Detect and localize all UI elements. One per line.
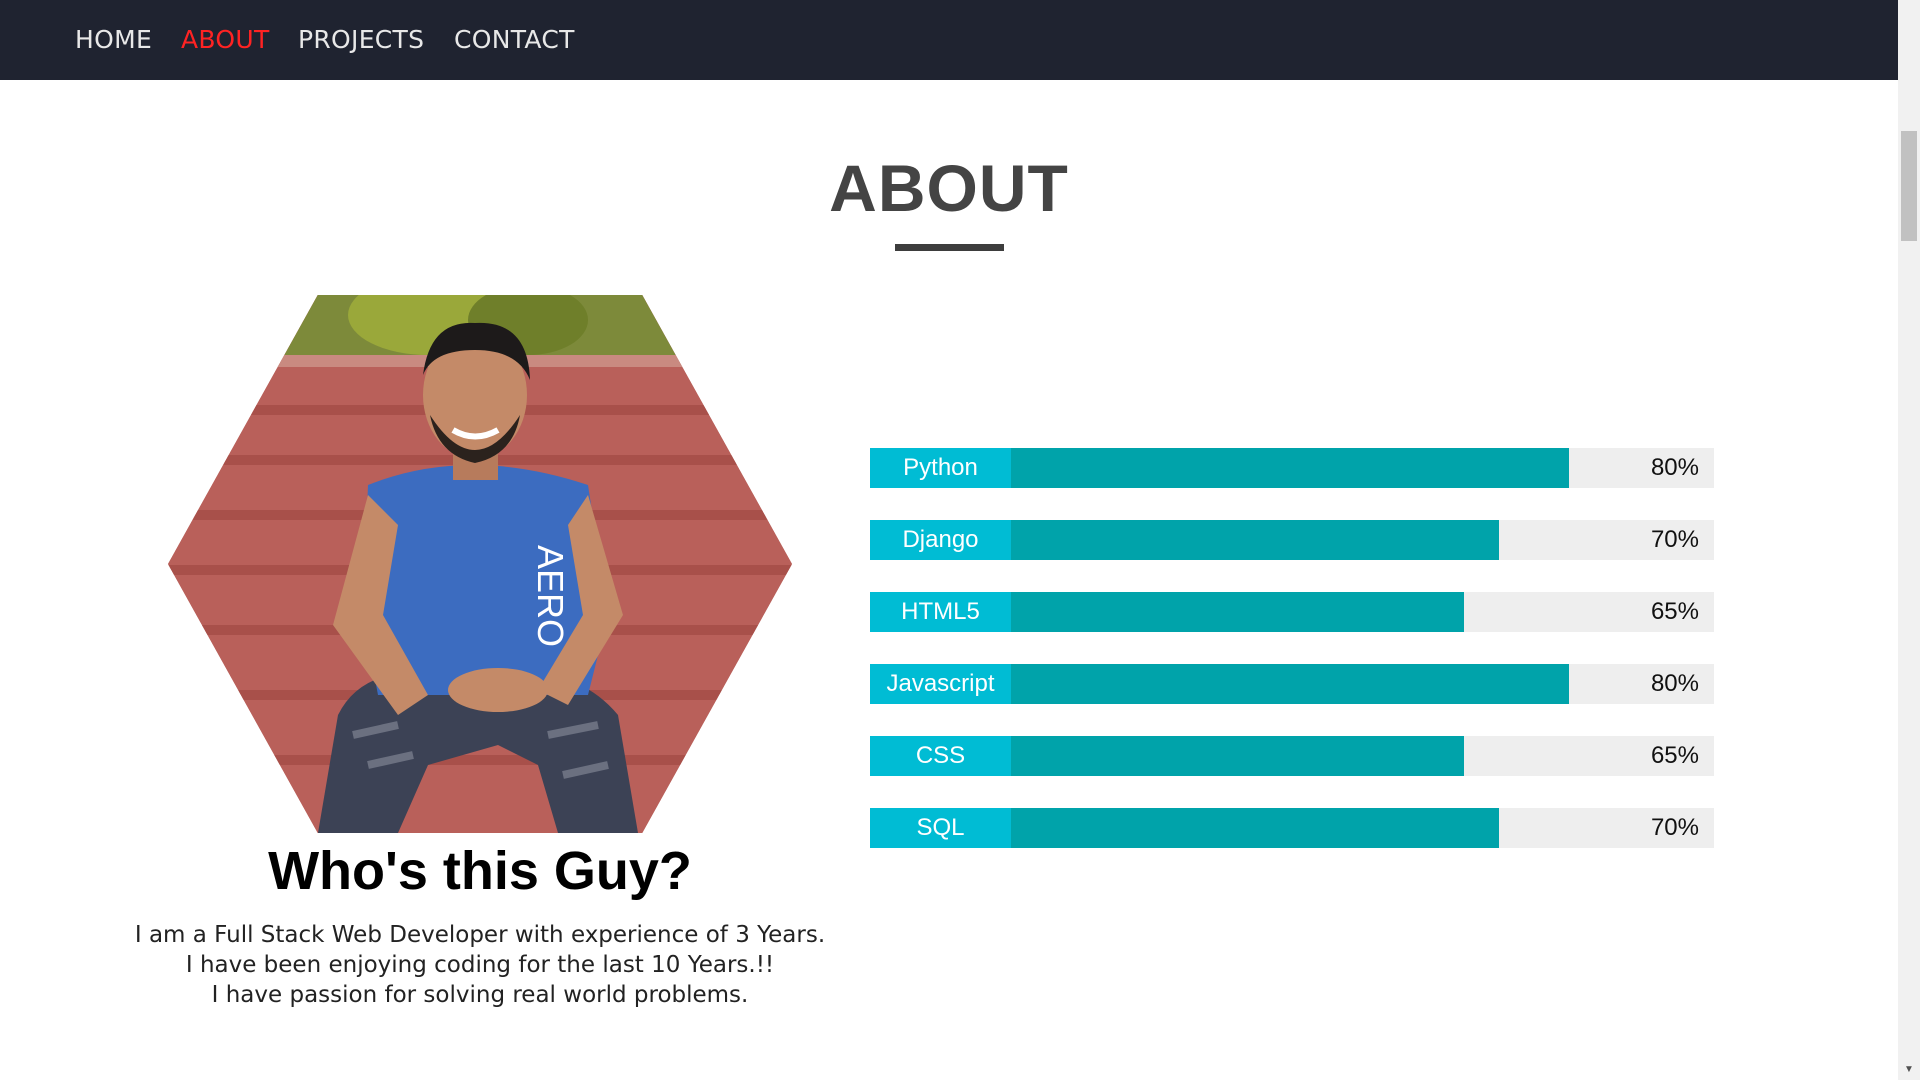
who-heading: Who's this Guy? (268, 841, 692, 901)
skill-fill (1011, 448, 1569, 488)
skill-fill (1011, 520, 1499, 560)
scroll-down-arrow-icon[interactable]: ▼ (1898, 1060, 1920, 1080)
page-scrollbar[interactable]: ▼ (1898, 0, 1920, 1080)
skill-percent: 70% (1650, 814, 1699, 841)
skill-percent: 65% (1650, 742, 1699, 769)
nav-home[interactable]: HOME (75, 25, 152, 54)
skill-percent: 80% (1650, 454, 1699, 481)
skill-label: SQL (870, 808, 1011, 848)
svg-text:AERO: AERO (530, 545, 571, 647)
bio-line: I have passion for solving real world pr… (211, 982, 749, 1008)
nav-contact[interactable]: CONTACT (454, 25, 575, 54)
skill-label: Django (870, 520, 1011, 560)
skill-fill (1011, 592, 1464, 632)
nav-projects[interactable]: PROJECTS (298, 25, 424, 54)
skill-bar-django: Django 70% (870, 520, 1714, 560)
title-underline (895, 244, 1004, 251)
skill-bar-sql: SQL 70% (870, 808, 1714, 848)
skill-label: CSS (870, 736, 1011, 776)
scrollbar-thumb[interactable] (1901, 131, 1917, 241)
skill-bar-css: CSS 65% (870, 736, 1714, 776)
skill-percent: 70% (1650, 526, 1699, 553)
bio-line: I am a Full Stack Web Developer with exp… (134, 922, 826, 948)
skill-label: Python (870, 448, 1011, 488)
top-navbar: HOME ABOUT PROJECTS CONTACT (0, 0, 1898, 80)
skill-bar-javascript: Javascript 80% (870, 664, 1714, 704)
skill-fill (1011, 736, 1464, 776)
bio-text: I am a Full Stack Web Developer with exp… (110, 920, 850, 1010)
nav-about[interactable]: ABOUT (181, 25, 270, 54)
skill-label: Javascript (870, 664, 1011, 704)
skill-bar-html5: HTML5 65% (870, 592, 1714, 632)
skill-bar-python: Python 80% (870, 448, 1714, 488)
bio-line: I have been enjoying coding for the last… (185, 952, 775, 978)
profile-photo: AERO (168, 295, 792, 833)
skill-percent: 65% (1650, 598, 1699, 625)
skill-percent: 80% (1650, 670, 1699, 697)
skill-label: HTML5 (870, 592, 1011, 632)
skill-fill (1011, 664, 1569, 704)
skills-list: Python 80% Django 70% HTML5 65% Javascri… (870, 448, 1714, 880)
section-title: ABOUT (829, 151, 1069, 225)
skill-fill (1011, 808, 1499, 848)
